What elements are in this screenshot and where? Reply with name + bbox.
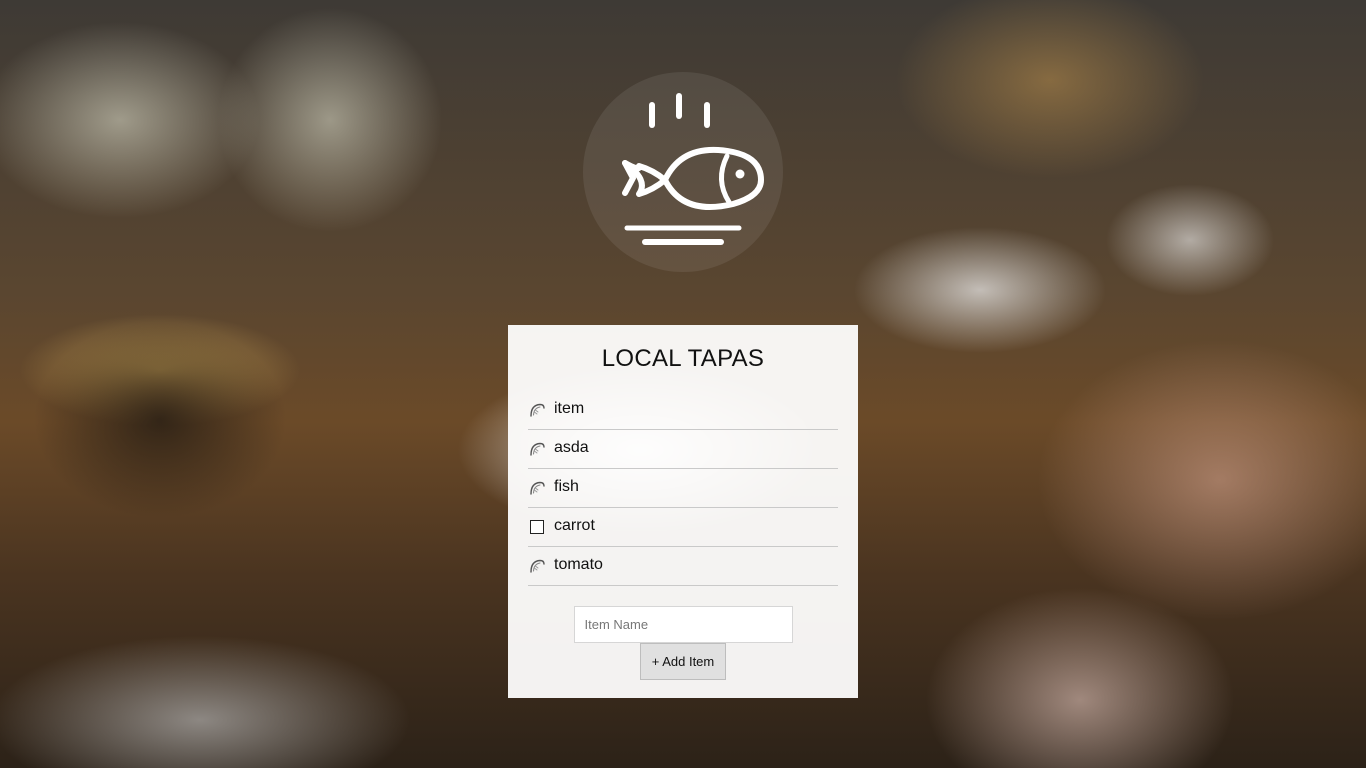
list-item-label: tomato (554, 556, 603, 573)
taco-icon[interactable] (528, 402, 545, 419)
list-item[interactable]: fish (528, 469, 838, 508)
list-item[interactable]: carrot (528, 508, 838, 547)
list-item-label: carrot (554, 517, 595, 534)
shopping-list-card: LOCAL TAPAS item asda fish carrot tomato… (508, 325, 858, 698)
checkbox-empty-icon[interactable] (528, 519, 545, 536)
list-item-label: item (554, 400, 585, 417)
page-title: LOCAL TAPAS (601, 345, 765, 372)
list-item[interactable]: asda (528, 430, 838, 469)
taco-icon[interactable] (528, 441, 545, 458)
add-item-button[interactable]: + Add Item (640, 643, 726, 680)
fish-on-plate-icon (622, 93, 764, 245)
app-logo (583, 72, 783, 272)
item-name-input[interactable] (573, 606, 793, 643)
list-item[interactable]: item (528, 391, 838, 430)
list-item-label: asda (554, 439, 589, 456)
taco-icon[interactable] (528, 480, 545, 497)
taco-icon[interactable] (528, 558, 545, 575)
item-list: item asda fish carrot tomato (528, 391, 838, 586)
list-item[interactable]: tomato (528, 547, 838, 586)
add-item-form: + Add Item (508, 606, 858, 680)
list-item-label: fish (554, 478, 579, 495)
